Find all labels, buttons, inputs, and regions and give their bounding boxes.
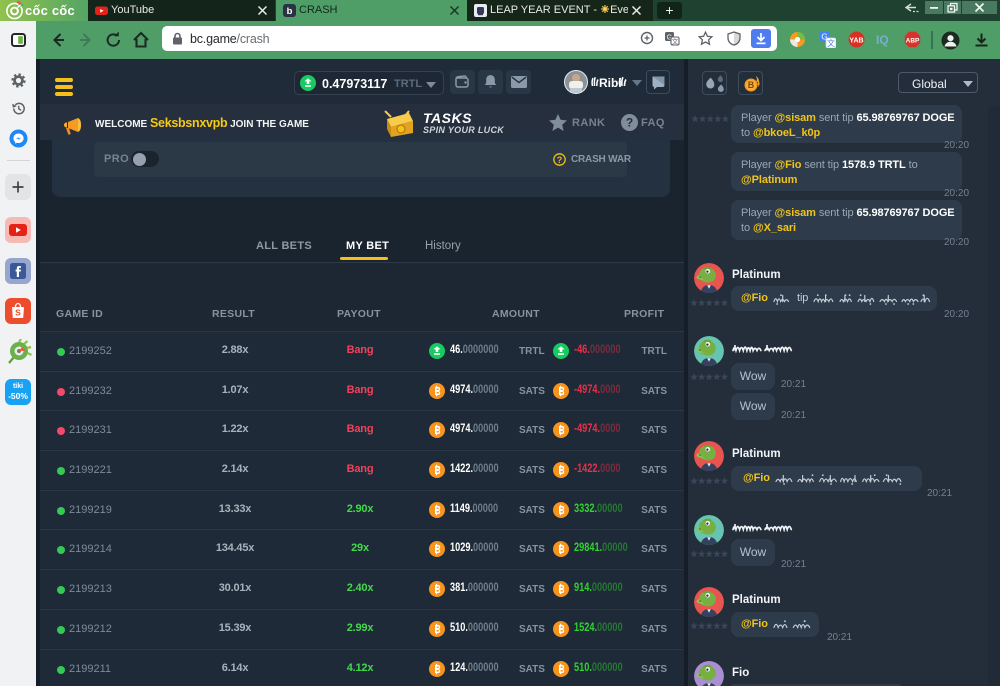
svg-text:S: S — [15, 308, 21, 318]
svg-text:文: 文 — [672, 37, 679, 46]
svg-text:YAB: YAB — [849, 38, 863, 45]
svg-text:文: 文 — [827, 38, 835, 48]
svg-text:ABP: ABP — [906, 37, 920, 44]
svg-text:?: ? — [626, 116, 633, 130]
svg-text:?: ? — [557, 155, 563, 165]
svg-text:B: B — [748, 80, 755, 90]
svg-text:b: b — [287, 6, 293, 17]
